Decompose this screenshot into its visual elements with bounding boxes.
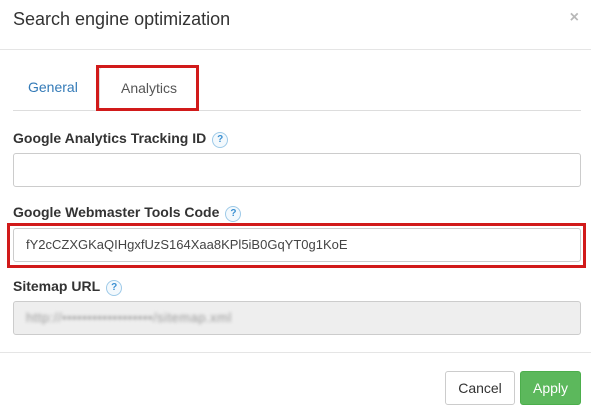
dialog-header: Search engine optimization × bbox=[0, 0, 591, 50]
help-icon[interactable]: ? bbox=[212, 132, 229, 148]
tracking-id-label: Google Analytics Tracking ID? bbox=[13, 130, 229, 148]
dialog-footer: Cancel Apply bbox=[0, 352, 591, 415]
help-icon[interactable]: ? bbox=[106, 280, 123, 296]
webmaster-code-label: Google Webmaster Tools Code? bbox=[13, 204, 242, 222]
help-icon[interactable]: ? bbox=[225, 206, 242, 222]
sitemap-url-label: Sitemap URL? bbox=[13, 278, 123, 296]
tab-bar: General Analytics bbox=[13, 67, 581, 111]
cancel-button[interactable]: Cancel bbox=[445, 371, 515, 405]
apply-button[interactable]: Apply bbox=[520, 371, 581, 405]
sitemap-url-value: http://••••••••••••••••••/sitemap.xml bbox=[26, 310, 232, 325]
tab-general[interactable]: General bbox=[13, 67, 93, 110]
tracking-id-input[interactable] bbox=[13, 153, 581, 187]
dialog-title: Search engine optimization bbox=[13, 9, 231, 29]
seo-dialog: Search engine optimization × General Ana… bbox=[0, 0, 591, 415]
tab-analytics[interactable]: Analytics bbox=[99, 67, 199, 111]
sitemap-url-input: http://••••••••••••••••••/sitemap.xml bbox=[13, 301, 581, 335]
webmaster-code-input[interactable]: fY2cCZXGKaQIHgxfUzS164Xaa8KPl5iB0GqYT0g1… bbox=[13, 228, 581, 262]
close-icon[interactable]: × bbox=[570, 9, 579, 27]
